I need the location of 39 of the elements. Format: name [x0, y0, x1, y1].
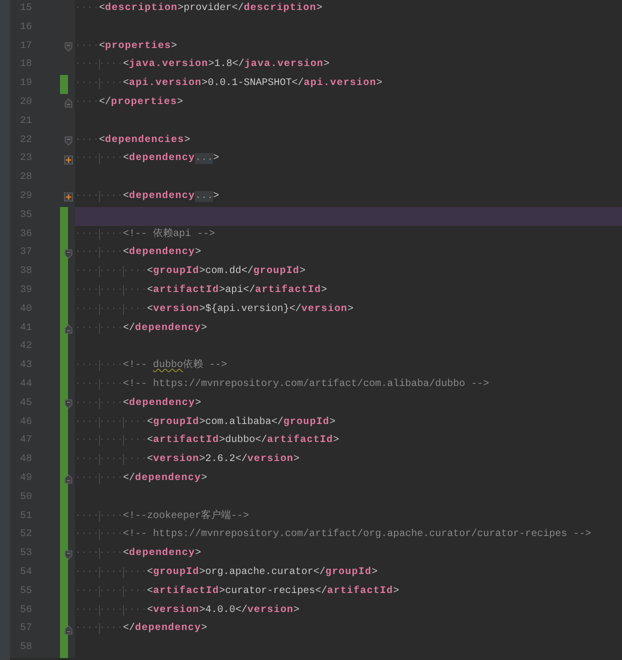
code-line: ········<dependency> — [75, 246, 202, 260]
code-line: ········<dependency> — [75, 396, 202, 411]
plus-icon[interactable] — [64, 154, 73, 165]
code-line: ············<version>2.6.2</version> — [75, 452, 301, 468]
code-line: ············<version>${api.version}</version> — [75, 302, 355, 317]
fold-icon[interactable] — [64, 42, 73, 52]
code-line: ········<!-- dubbo依赖 --> — [75, 358, 228, 374]
fold-icon[interactable] — [64, 324, 73, 334]
code-line: ········</dependency> — [75, 622, 208, 636]
code-line: ············<groupId>com.dd</groupId> — [75, 264, 307, 280]
code-line: ····<dependencies> — [75, 134, 192, 148]
fold-icon[interactable] — [64, 136, 73, 146]
code-line: ········<!-- 依赖api --> — [75, 226, 216, 242]
code-line: ····<description>provider</description> — [75, 2, 324, 16]
fold-icon[interactable] — [64, 248, 73, 259]
code-line: ········</dependency> — [75, 322, 208, 336]
code-line: ········<api.version>0.0.1-SNAPSHOT</api.version> — [75, 76, 384, 92]
code-line: ············<artifactId>api</artifactId> — [75, 284, 328, 298]
plus-icon[interactable] — [64, 192, 73, 202]
code-line: ············<version>4.0.0</version> — [75, 604, 301, 618]
code-line: ········<dependency> — [75, 546, 202, 562]
code-line: ········<!--zookeeper客户端--> — [75, 508, 250, 524]
code-line: ········<dependency...> — [75, 190, 220, 204]
code-line: ········<!-- https://mvnrepository.com/artifact/com.alibaba/dubbo --> — [75, 378, 490, 392]
code-line: ············<artifactId>dubbo</artifactId> — [75, 434, 340, 448]
fold-icon[interactable] — [64, 624, 73, 635]
fold-icon[interactable] — [64, 474, 73, 484]
code-line: ········<java.version>1.8</java.version> — [75, 58, 331, 72]
code-line: ············<artifactId>curator-recipes</artifactId> — [75, 584, 400, 599]
fold-icon[interactable] — [64, 550, 73, 560]
fold-icon[interactable] — [64, 98, 73, 108]
code-line: ············<groupId>com.alibaba</groupId> — [75, 416, 337, 430]
fold-icon[interactable] — [64, 399, 73, 410]
code-line: ····<properties> — [75, 40, 178, 54]
code-line: ········</dependency> — [75, 472, 208, 486]
code-line: ············<groupId>org.apache.curator</groupId> — [75, 566, 379, 580]
code-line: ········<!-- https://mvnrepository.com/artifact/org.apache.curator/curator-recipes --> — [75, 528, 592, 542]
code-line: ····</properties> — [75, 96, 184, 110]
code-line: ········<dependency...> — [75, 152, 220, 166]
